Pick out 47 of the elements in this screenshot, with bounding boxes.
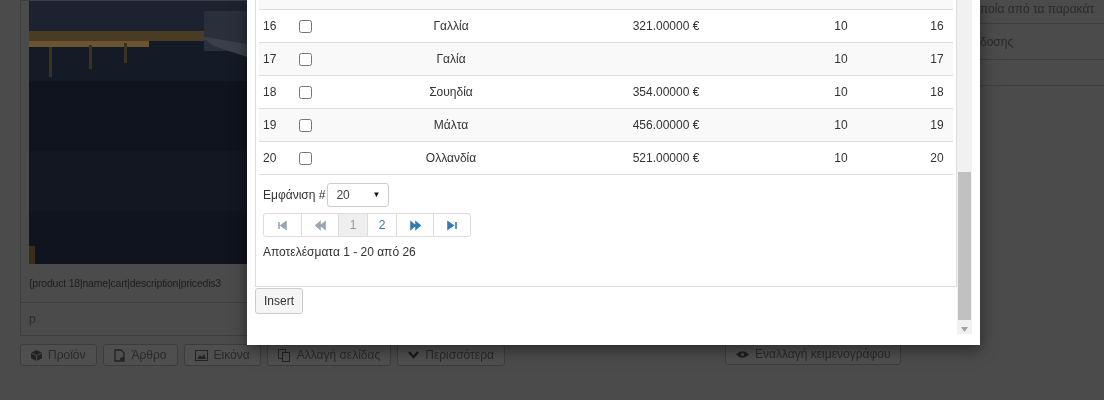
table-cell-text: 16 — [262, 18, 278, 35]
eye-icon — [736, 349, 749, 359]
row-checkbox[interactable] — [299, 19, 312, 33]
caret-icon: ▼ — [372, 189, 381, 201]
rewind-icon — [314, 219, 326, 231]
insert-button[interactable]: Insert — [255, 288, 303, 314]
row-checkbox[interactable] — [299, 85, 312, 99]
copy-icon — [277, 348, 291, 362]
chevron-down-icon — [408, 351, 420, 359]
table-cell-text: 19 — [929, 117, 945, 134]
table-cell-text: 17 — [929, 51, 945, 68]
table-cell-text: 10 — [833, 18, 849, 35]
table-cell-text: 10 — [833, 84, 849, 101]
row-checkbox[interactable] — [299, 151, 312, 165]
image-icon — [194, 349, 208, 361]
page-size-label: Εμφάνιση # — [263, 187, 326, 204]
page-plus-icon — [113, 348, 126, 362]
table-cell-text: 18 — [929, 84, 945, 101]
table-cell-text: Σουηδία — [428, 84, 474, 101]
table-cell-text: 521.00000 € — [632, 150, 700, 167]
table-cell-text: 16 — [929, 18, 945, 35]
first-page-icon — [277, 219, 288, 231]
table-cell-text: 456.00000 € — [632, 117, 700, 134]
row-checkbox[interactable] — [299, 118, 312, 132]
table-cell-text: 10 — [833, 51, 849, 68]
table-cell-text: Γαλλία — [432, 18, 470, 35]
page-link[interactable]: 1 — [338, 214, 367, 236]
row-checkbox[interactable] — [299, 52, 312, 66]
table-cell-text: 19 — [262, 117, 278, 134]
table-cell-text: Μάλτα — [432, 117, 470, 134]
page-size-select[interactable]: 20 ▼ — [327, 183, 390, 207]
table-cell-text: 18 — [262, 84, 278, 101]
table-cell-text: 354.00000 € — [632, 84, 700, 101]
table-cell-text: 321.00000 € — [632, 18, 700, 35]
cube-icon — [31, 349, 42, 361]
table-cell-text: 10 — [833, 117, 849, 134]
table-cell-text: Ολλανδία — [424, 150, 478, 167]
table-cell-text: 10 — [833, 150, 849, 167]
table-cell-text: Γαλία — [435, 51, 467, 68]
table-cell-text: 20 — [929, 150, 945, 167]
scrollbar[interactable] — [957, 0, 972, 334]
scrollbar-thumb[interactable] — [958, 172, 971, 320]
table-cell-text: 17 — [262, 51, 278, 68]
last-page-icon — [446, 219, 458, 231]
results-text: Αποτελέσματα 1 - 20 από 26 — [263, 244, 417, 261]
fast-forward-icon — [409, 219, 421, 231]
table-cell-text: 20 — [262, 150, 278, 167]
